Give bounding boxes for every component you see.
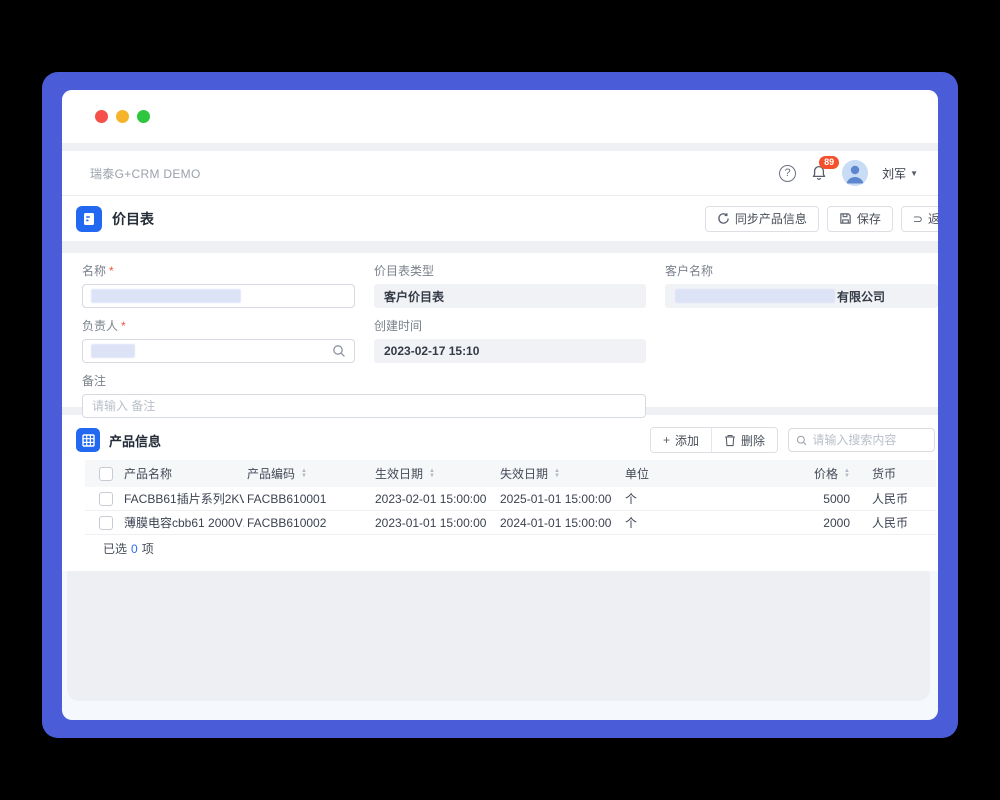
sort-icon[interactable]: ▲▼ — [301, 469, 307, 479]
close-window-icon[interactable] — [95, 110, 108, 123]
help-icon[interactable]: ? — [779, 165, 796, 182]
table-grid-icon — [76, 428, 100, 452]
remark-input[interactable] — [82, 394, 646, 418]
column-currency: 货币 — [860, 465, 936, 482]
field-created: 创建时间 2023-02-17 15:10 — [374, 317, 646, 363]
table-action-group: + 添加 删除 — [650, 427, 778, 453]
chevron-down-icon: ▼ — [910, 169, 918, 178]
column-expire-date[interactable]: 失效日期▲▼ — [497, 465, 622, 482]
cell-effective-date: 2023-02-01 15:00:00 — [372, 492, 497, 506]
page-actions: 同步产品信息 保存 ⊃ 返回 — [705, 206, 938, 232]
titlebar — [62, 90, 938, 143]
sync-icon — [717, 212, 730, 225]
cell-expire-date: 2025-01-01 15:00:00 — [497, 492, 622, 506]
divider-band — [62, 241, 938, 253]
desktop-background: 瑞泰G+CRM DEMO ? 89 刘军 ▼ — [0, 0, 1000, 800]
plus-icon: + — [663, 433, 670, 447]
back-button[interactable]: ⊃ 返回 — [901, 206, 938, 232]
field-spacer — [665, 317, 938, 363]
product-search[interactable] — [788, 428, 935, 452]
save-button[interactable]: 保存 — [827, 206, 893, 232]
avatar[interactable] — [842, 160, 868, 186]
column-price[interactable]: 价格▲▼ — [750, 465, 860, 482]
field-remark: 备注 — [82, 372, 646, 418]
app-header: 瑞泰G+CRM DEMO ? 89 刘军 ▼ — [62, 151, 938, 196]
pricelist-form: 名称* 价目表类型 客户价目表 客户名称 有限公司 — [62, 253, 938, 407]
search-icon — [796, 434, 807, 447]
delete-product-button[interactable]: 删除 — [711, 428, 777, 452]
redacted-value — [91, 289, 241, 303]
created-readonly-field: 2023-02-17 15:10 — [374, 339, 646, 363]
user-menu[interactable]: 刘军 ▼ — [882, 165, 918, 182]
app-window: 瑞泰G+CRM DEMO ? 89 刘军 ▼ — [62, 90, 938, 720]
window-frame: 瑞泰G+CRM DEMO ? 89 刘军 ▼ — [42, 72, 958, 738]
required-mark: * — [109, 264, 114, 278]
cell-product-name: FACBB61插片系列2KV ... — [121, 490, 244, 507]
row-checkbox[interactable] — [99, 492, 113, 506]
notification-badge: 89 — [819, 156, 839, 169]
back-icon: ⊃ — [913, 212, 923, 226]
page-title: 价目表 — [112, 209, 154, 229]
sort-icon[interactable]: ▲▼ — [554, 469, 560, 479]
column-product-code[interactable]: 产品编码▲▼ — [244, 465, 372, 482]
table-header-row: 产品名称 产品编码▲▼ 生效日期▲▼ 失效日期▲▼ 单位 价格▲▼ 货币 — [85, 460, 936, 487]
user-name: 刘军 — [882, 165, 906, 182]
product-table: 产品名称 产品编码▲▼ 生效日期▲▼ 失效日期▲▼ 单位 价格▲▼ 货币 FAC… — [85, 460, 936, 562]
trash-icon — [724, 434, 736, 447]
divider-band — [62, 143, 938, 151]
cell-currency: 人民币 — [860, 490, 936, 507]
product-search-input[interactable] — [812, 433, 927, 447]
section-title: 产品信息 — [109, 431, 161, 450]
cell-product-code: FACBB610002 — [244, 516, 372, 530]
add-product-button[interactable]: + 添加 — [651, 428, 711, 452]
selection-summary: 已选 0 项 — [85, 535, 936, 562]
table-row[interactable]: FACBB61插片系列2KV ... FACBB610001 2023-02-0… — [85, 487, 936, 511]
sync-products-button[interactable]: 同步产品信息 — [705, 206, 819, 232]
column-product-name: 产品名称 — [121, 465, 244, 482]
row-checkbox[interactable] — [99, 516, 113, 530]
name-input[interactable] — [82, 284, 355, 308]
product-section-header: 产品信息 + 添加 删除 — [62, 422, 938, 458]
cell-currency: 人民币 — [860, 514, 936, 531]
field-name: 名称* — [82, 262, 355, 308]
cell-price: 2000 — [750, 516, 860, 530]
field-owner: 负责人* — [82, 317, 355, 363]
redacted-value — [91, 344, 135, 358]
cell-unit: 个 — [622, 490, 750, 507]
field-customer: 客户名称 有限公司 — [665, 262, 938, 308]
cell-unit: 个 — [622, 514, 750, 531]
pricelist-icon — [76, 206, 102, 232]
sort-icon[interactable]: ▲▼ — [844, 469, 850, 479]
cell-effective-date: 2023-01-01 15:00:00 — [372, 516, 497, 530]
sort-icon[interactable]: ▲▼ — [429, 469, 435, 479]
select-all-checkbox[interactable] — [99, 467, 113, 481]
cell-product-name: 薄膜电容cbb61 2000V1.. — [121, 514, 244, 531]
table-row[interactable]: 薄膜电容cbb61 2000V1.. FACBB610002 2023-01-0… — [85, 511, 936, 535]
maximize-window-icon[interactable] — [137, 110, 150, 123]
minimize-window-icon[interactable] — [116, 110, 129, 123]
content-placeholder-panel — [67, 571, 930, 701]
notification-bell-icon[interactable]: 89 — [810, 164, 828, 182]
redacted-value — [675, 289, 835, 303]
cell-product-code: FACBB610001 — [244, 492, 372, 506]
field-type: 价目表类型 客户价目表 — [374, 262, 646, 308]
cell-price: 5000 — [750, 492, 860, 506]
product-info-section: 产品信息 + 添加 删除 — [62, 415, 938, 571]
customer-readonly-field: 有限公司 — [665, 284, 938, 308]
column-effective-date[interactable]: 生效日期▲▼ — [372, 465, 497, 482]
search-icon[interactable] — [332, 344, 346, 358]
page-toolbar: 价目表 同步产品信息 保存 ⊃ — [62, 196, 938, 241]
save-icon — [839, 212, 852, 225]
app-title: 瑞泰G+CRM DEMO — [90, 165, 201, 182]
cell-expire-date: 2024-01-01 15:00:00 — [497, 516, 622, 530]
type-readonly-field: 客户价目表 — [374, 284, 646, 308]
selected-count: 0 — [131, 542, 138, 556]
required-mark: * — [121, 319, 126, 333]
owner-lookup-input[interactable] — [82, 339, 355, 363]
column-unit: 单位 — [622, 465, 750, 482]
